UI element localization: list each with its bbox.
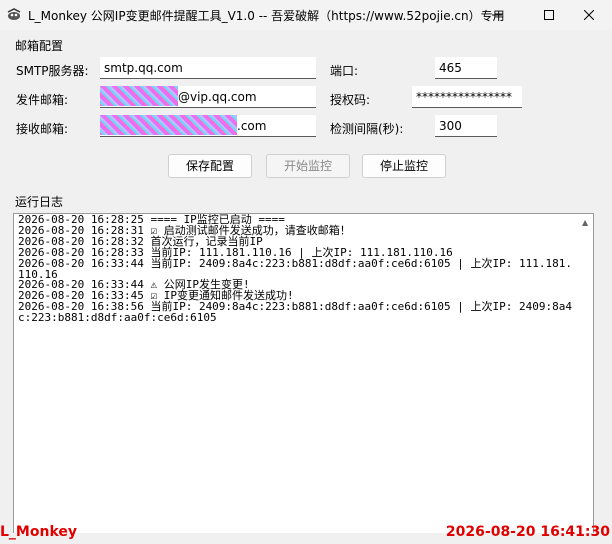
- port-field[interactable]: 465: [435, 57, 497, 79]
- stop-monitor-button[interactable]: 停止监控: [362, 154, 446, 178]
- start-monitor-button[interactable]: 开始监控: [266, 154, 350, 178]
- receiver-label: 接收邮箱:: [16, 122, 69, 136]
- clock-label: 2026-08-20 16:41:30: [445, 524, 610, 540]
- redacted-mask: [100, 86, 178, 106]
- log-scrollbar[interactable]: ▲: [579, 214, 593, 533]
- smtp-field[interactable]: smtp.qq.com: [100, 57, 316, 79]
- log-title: 运行日志: [15, 195, 64, 209]
- author-label: L_Monkey: [0, 524, 77, 540]
- scroll-up-icon[interactable]: ▲: [582, 218, 588, 227]
- close-button[interactable]: [566, 0, 612, 30]
- interval-field[interactable]: 300: [435, 115, 497, 137]
- mail-config-title: 邮箱配置: [15, 39, 64, 53]
- interval-label: 检测间隔(秒):: [330, 122, 404, 136]
- interval-value: 300: [439, 119, 462, 133]
- port-value: 465: [439, 61, 462, 75]
- smtp-label: SMTP服务器:: [16, 64, 89, 78]
- app-logo-icon: [6, 7, 22, 23]
- port-label: 端口:: [330, 64, 359, 78]
- auth-label: 授权码:: [330, 93, 371, 107]
- auth-value: ****************: [416, 90, 512, 104]
- maximize-icon: [544, 10, 554, 20]
- receiver-field[interactable]: .com: [100, 115, 316, 137]
- window-title: L_Monkey 公网IP变更邮件提醒工具_V1.0 -- 吾爱破解（https…: [28, 9, 505, 23]
- log-panel[interactable]: 2026-08-20 16:28:25 ==== IP监控已启动 ==== 202…: [13, 213, 594, 533]
- sender-field[interactable]: @vip.qq.com: [100, 86, 316, 108]
- auth-field[interactable]: ****************: [412, 86, 522, 108]
- receiver-value: .com: [237, 119, 267, 133]
- title-bar: L_Monkey 公网IP变更邮件提醒工具_V1.0 -- 吾爱破解（https…: [0, 0, 612, 30]
- log-lines: 2026-08-20 16:28:25 ==== IP监控已启动 ==== 202…: [18, 214, 578, 325]
- redacted-mask: [100, 115, 237, 135]
- smtp-value: smtp.qq.com: [104, 61, 183, 75]
- log-line: 2026-08-20 16:38:56 当前IP: 2409:8a4c:223:…: [18, 300, 572, 325]
- sender-label: 发件邮箱:: [16, 93, 69, 107]
- close-icon: [584, 10, 594, 20]
- save-config-button[interactable]: 保存配置: [168, 154, 252, 178]
- sender-value: @vip.qq.com: [178, 90, 257, 104]
- minimize-button[interactable]: [474, 0, 520, 30]
- minimize-icon: [492, 14, 502, 16]
